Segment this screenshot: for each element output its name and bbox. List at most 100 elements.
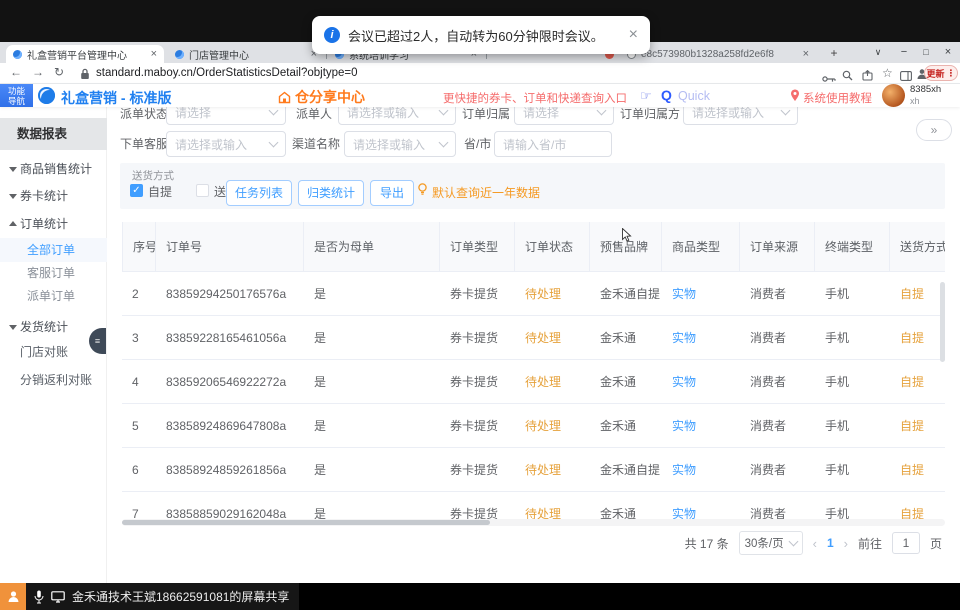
sidebar: 数据报表 商品销售统计 券卡统计 订单统计 全部订单 客服订单 派单订单 发货统… (0, 107, 107, 583)
next-page-button[interactable]: › (844, 536, 848, 551)
cell-product-type-link[interactable]: 实物 (662, 448, 740, 492)
app-title: 礼盒营销 - 标准版 (61, 88, 171, 108)
cell-order-no: 83858924869647808a (156, 404, 304, 448)
filter-select[interactable]: 请选择或输入 (344, 131, 456, 157)
delivery-filter-box: 送货方式 ✓ 自提 送货 任务列表 归类统计 导出 默认查询近一年数据 (120, 163, 945, 209)
prev-page-button[interactable]: ‹ (813, 536, 817, 551)
cell-product-type-link[interactable]: 实物 (662, 272, 740, 316)
sidebar-item-distribution-rebate[interactable]: 分销返利对账 (0, 368, 107, 392)
task-list-button[interactable]: 任务列表 (226, 180, 292, 206)
cell-seq: 7 (122, 492, 156, 519)
function-nav-toggle[interactable]: 功能 导航 (0, 84, 33, 107)
window-maximize-button[interactable]: □ (916, 42, 936, 63)
forward-icon[interactable]: → (32, 65, 44, 79)
window-minimize-button[interactable]: − (894, 42, 914, 63)
browser-tab[interactable]: 门店管理中心 × (168, 45, 324, 63)
sidebar-item-label: 商品销售统计 (20, 162, 92, 176)
table-row[interactable]: 2 83859294250176576a 是 券卡提货 待处理 金禾通自提 实物… (122, 272, 945, 316)
cell-delivery: 自提 (890, 316, 945, 360)
sidebar-item-dispatch-orders[interactable]: 派单订单 (0, 284, 107, 308)
sidebar-item-label: 发货统计 (20, 320, 68, 334)
user-avatar[interactable] (882, 84, 905, 107)
table-row[interactable]: 5 83858924869647808a 是 券卡提货 待处理 金禾通 实物 消… (122, 404, 945, 448)
toast-message: 会议已超过2人，自动转为60分钟限时会议。 (348, 26, 604, 45)
checkbox-selfpickup[interactable]: ✓ (130, 184, 143, 197)
caret-down-icon (9, 167, 17, 172)
sidebar-item-product-sales[interactable]: 商品销售统计 (0, 157, 107, 181)
warehouse-share-center-link[interactable]: 仓分享中心 (278, 87, 365, 107)
browser-tab-active[interactable]: 礼盒营销平台管理中心 × (6, 45, 164, 63)
username: 8385xh xh (910, 85, 941, 107)
caret-down-icon (9, 194, 17, 199)
cell-order-type: 券卡提货 (440, 448, 515, 492)
page-size-select[interactable]: 30条/页 (739, 531, 803, 555)
column-header: 序号 (122, 222, 156, 272)
quick-q-icon[interactable]: Q (661, 87, 672, 103)
export-button[interactable]: 导出 (370, 180, 414, 206)
browser-update-badge[interactable]: 更新 ⋮ (924, 65, 958, 81)
column-header: 订单状态 (515, 222, 590, 272)
filter-tip-text: 默认查询近一年数据 (432, 184, 540, 201)
table-row[interactable]: 4 83859206546922272a 是 券卡提货 待处理 金禾通 实物 消… (122, 360, 945, 404)
system-tutorial-link[interactable]: 系统使用教程 (803, 90, 872, 106)
sidebar-item-label: 全部订单 (27, 243, 75, 257)
expand-filters-button[interactable]: » (916, 119, 952, 141)
filter-label: 省/市 (464, 131, 491, 157)
horizontal-scrollbar[interactable] (122, 519, 945, 526)
url-input[interactable]: standard.maboy.cn/OrderStatisticsDetail?… (96, 67, 358, 79)
cell-brand: 金禾通 (590, 404, 662, 448)
cell-terminal: 手机 (815, 316, 890, 360)
checkbox-delivery[interactable] (196, 184, 209, 197)
table-row[interactable]: 6 83858924859261856a 是 券卡提货 待处理 金禾通自提 实物… (122, 448, 945, 492)
toast-close-icon[interactable]: × (629, 27, 638, 43)
cell-order-no: 83859294250176576a (156, 272, 304, 316)
cell-product-type-link[interactable]: 实物 (662, 492, 740, 519)
cell-terminal: 手机 (815, 272, 890, 316)
vertical-scrollbar-thumb[interactable] (940, 282, 945, 362)
cell-source: 消费者 (740, 404, 815, 448)
tab-close-icon[interactable]: × (803, 48, 809, 60)
back-icon[interactable]: ← (10, 65, 22, 79)
cell-seq: 2 (122, 272, 156, 316)
tab-label: 礼盒营销平台管理中心 (27, 47, 146, 62)
cell-status: 待处理 (515, 316, 590, 360)
participant-icon-tile[interactable] (0, 583, 26, 610)
current-page[interactable]: 1 (827, 536, 834, 550)
horizontal-scrollbar-thumb[interactable] (122, 520, 490, 525)
filter-label: 下单客服 (120, 131, 168, 157)
category-stats-button[interactable]: 归类统计 (298, 180, 364, 206)
table-row[interactable]: 7 83858859029162048a 是 券卡提货 待处理 金禾通 实物 消… (122, 492, 945, 519)
orders-table: 2 83859294250176576a 是 券卡提货 待处理 金禾通自提 实物… (122, 272, 945, 519)
chevron-down-icon (439, 138, 449, 148)
refresh-icon[interactable]: ↻ (54, 65, 64, 79)
browser-toolbar: ← → ↻ standard.maboy.cn/OrderStatisticsD… (0, 63, 960, 84)
sidebar-item-coupon-stats[interactable]: 券卡统计 (0, 184, 107, 208)
cell-product-type-link[interactable]: 实物 (662, 360, 740, 404)
filter-select[interactable]: 请选择或输入 (166, 131, 286, 157)
info-icon: i (324, 27, 340, 43)
quick-label[interactable]: Quick (678, 89, 710, 103)
nav-toggle-line1: 功能 (0, 86, 33, 96)
placeholder-text: 请选择或输入 (353, 136, 440, 153)
goto-page-input[interactable] (892, 532, 920, 554)
window-close-button[interactable]: × (938, 42, 958, 63)
sidebar-item-all-orders[interactable]: 全部订单 (0, 238, 107, 262)
sidebar-item-order-stats[interactable]: 订单统计 (0, 212, 107, 236)
cell-brand: 金禾通 (590, 492, 662, 519)
table-row[interactable]: 3 83859228165461056a 是 券卡提货 待处理 金禾通 实物 消… (122, 316, 945, 360)
tab-close-icon[interactable]: × (151, 48, 157, 60)
new-tab-button[interactable]: + (826, 45, 842, 61)
cell-brand: 金禾通自提 (590, 272, 662, 316)
chevron-down-icon (439, 106, 449, 116)
cell-seq: 5 (122, 404, 156, 448)
checkbox-label[interactable]: 自提 (148, 183, 172, 200)
sidebar-item-service-orders[interactable]: 客服订单 (0, 261, 107, 285)
cell-product-type-link[interactable]: 实物 (662, 316, 740, 360)
cell-order-no: 83858859029162048a (156, 492, 304, 519)
bookmark-star-icon[interactable]: ☆ (882, 66, 893, 80)
filter-input[interactable]: 请输入省/市 (494, 131, 612, 157)
cell-product-type-link[interactable]: 实物 (662, 404, 740, 448)
tab-search-icon[interactable]: ∨ (868, 42, 888, 63)
mic-icon (34, 590, 44, 604)
cell-order-type: 券卡提货 (440, 316, 515, 360)
